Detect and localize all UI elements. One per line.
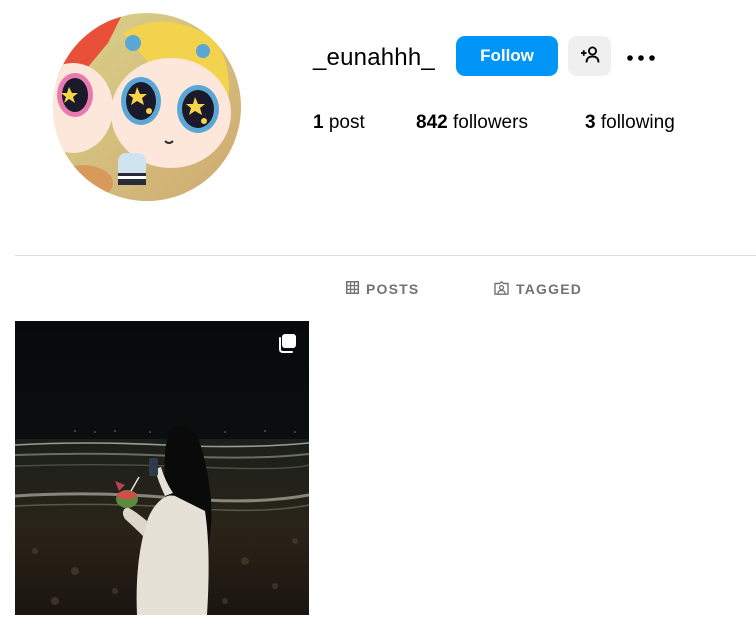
follow-button[interactable]: Follow bbox=[456, 36, 558, 76]
posts-count: 1 bbox=[313, 112, 324, 133]
suggested-accounts-button[interactable] bbox=[568, 36, 611, 76]
section-divider bbox=[15, 255, 756, 256]
profile-username: _eunahhh_ bbox=[313, 44, 435, 71]
stat-followers[interactable]: 842 followers bbox=[416, 111, 528, 135]
profile-avatar[interactable] bbox=[53, 13, 241, 201]
followers-count: 842 bbox=[416, 112, 448, 133]
more-options-button[interactable] bbox=[622, 38, 660, 74]
tab-posts-label: POSTS bbox=[366, 281, 420, 297]
tab-tagged[interactable]: TAGGED bbox=[494, 279, 582, 299]
followers-label: followers bbox=[452, 112, 528, 133]
profile-page: _eunahhh_ Follow 1 post 842 followers 3 … bbox=[0, 0, 756, 636]
stat-following[interactable]: 3 following bbox=[585, 111, 675, 135]
tab-posts[interactable]: POSTS bbox=[346, 279, 419, 299]
person-plus-icon bbox=[580, 46, 600, 67]
carousel-icon bbox=[277, 333, 297, 353]
more-horizontal-icon bbox=[627, 49, 655, 64]
grid-icon bbox=[346, 281, 359, 297]
posts-label: post bbox=[328, 112, 365, 133]
tab-tagged-label: TAGGED bbox=[516, 281, 583, 297]
tagged-icon bbox=[494, 280, 509, 298]
following-count: 3 bbox=[585, 112, 596, 133]
post-tile[interactable] bbox=[15, 321, 309, 615]
following-label: following bbox=[600, 112, 675, 133]
stat-posts: 1 post bbox=[313, 111, 365, 135]
